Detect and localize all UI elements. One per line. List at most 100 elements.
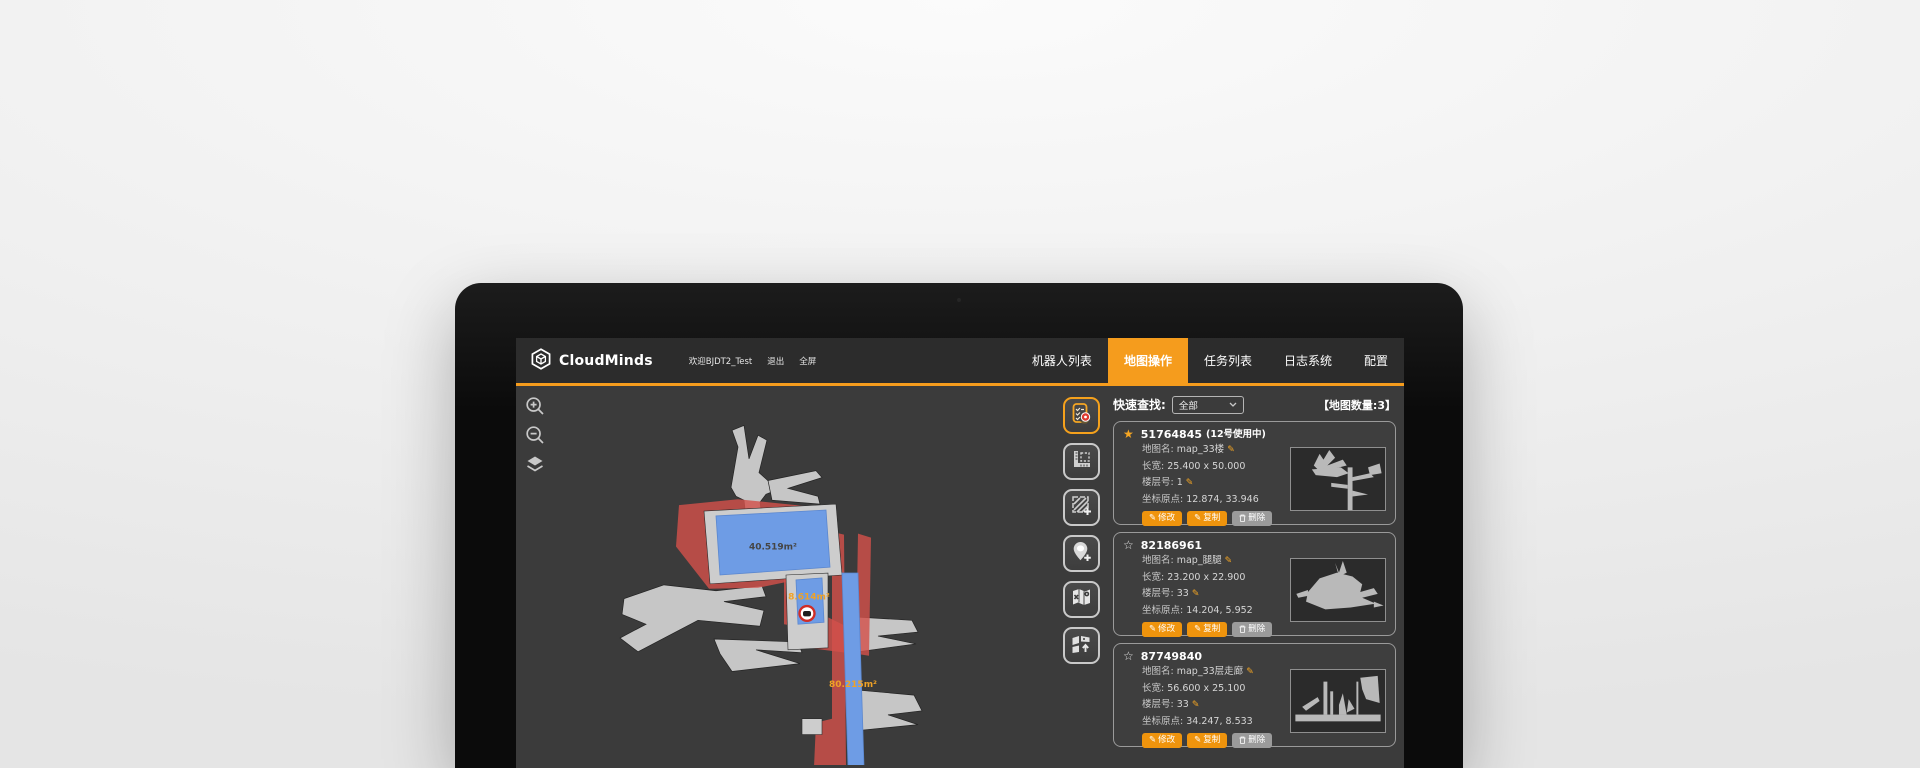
edit-floor-pencil-icon[interactable]: ✎ — [1192, 700, 1200, 710]
layers-icon[interactable] — [525, 454, 545, 474]
edit-map-button[interactable]: ✎修改 — [1142, 733, 1182, 748]
field-label: 地图名: — [1142, 444, 1174, 455]
welcome-text: 欢迎BJDT2_Test — [689, 355, 752, 367]
copy-map-button[interactable]: ✎复制 — [1187, 511, 1227, 526]
map-card[interactable]: ☆ 82186961 地图名: map_腿腿✎ 长宽: 23.200 x 22.… — [1113, 532, 1396, 636]
edit-floor-pencil-icon[interactable]: ✎ — [1192, 589, 1200, 599]
fullscreen-link[interactable]: 全屏 — [799, 355, 816, 367]
nav-tab-robot-list[interactable]: 机器人列表 — [1016, 338, 1108, 383]
favorite-star-icon[interactable]: ☆ — [1123, 538, 1134, 553]
occupancy-grid-map[interactable]: 40.519m² 8.614m² 80.215m² — [516, 386, 1053, 765]
zoom-out-icon[interactable] — [525, 425, 545, 445]
add-point-tool[interactable] — [1063, 535, 1100, 572]
nav-tab-map-operation[interactable]: 地图操作 — [1108, 338, 1188, 383]
area-label-3: 80.215m² — [829, 680, 877, 690]
area-label-1: 40.519m² — [749, 542, 797, 552]
card-actions: ✎修改 ✎复制 删除 — [1123, 622, 1386, 637]
edit-floor-pencil-icon[interactable]: ✎ — [1186, 478, 1194, 488]
favorite-star-icon[interactable]: ☆ — [1123, 649, 1134, 664]
map-id: 82186961 — [1141, 538, 1202, 553]
floor-value: 33 — [1177, 699, 1189, 710]
origin-value: 12.874, 33.946 — [1186, 494, 1259, 505]
floor-value: 1 — [1177, 477, 1183, 488]
add-virtual-wall-icon — [1070, 494, 1093, 521]
nav-tab-config[interactable]: 配置 — [1348, 338, 1404, 383]
robot-position-marker[interactable] — [800, 606, 815, 621]
map-thumbnail[interactable] — [1290, 447, 1386, 511]
map-delete-icon — [1070, 586, 1093, 613]
map-zoom-controls — [525, 396, 545, 474]
delete-map-button[interactable]: 删除 — [1232, 511, 1272, 526]
map-thumbnail[interactable] — [1290, 669, 1386, 733]
map-list-panel: 快速查找: 全部 【地图数量:3】 ★ 517648 — [1109, 386, 1404, 765]
zoom-in-icon[interactable] — [525, 396, 545, 416]
map-tool-rail — [1053, 386, 1109, 765]
map-size-value: 56.600 x 25.100 — [1167, 683, 1245, 694]
map-name-value: map_33层走廊 — [1177, 666, 1243, 677]
edit-map-button[interactable]: ✎修改 — [1142, 511, 1182, 526]
content-row: 40.519m² 8.614m² 80.215m² — [516, 386, 1404, 765]
edit-name-pencil-icon[interactable]: ✎ — [1227, 445, 1235, 455]
trash-icon — [1239, 736, 1246, 744]
map-card[interactable]: ☆ 87749840 地图名: map_33层走廊✎ 长宽: 56.600 x … — [1113, 643, 1396, 747]
card-header: ★ 51764845 (12号使用中) — [1123, 427, 1386, 442]
field-label: 楼层号: — [1142, 699, 1174, 710]
origin-value: 14.204, 5.952 — [1186, 605, 1252, 616]
chevron-down-icon — [1229, 402, 1237, 407]
point-task-list-tool[interactable] — [1063, 397, 1100, 434]
field-label: 坐标原点: — [1142, 494, 1183, 505]
trash-icon — [1239, 625, 1246, 633]
edit-map-button[interactable]: ✎修改 — [1142, 622, 1182, 637]
map-thumbnail[interactable] — [1290, 558, 1386, 622]
field-label: 坐标原点: — [1142, 716, 1183, 727]
nav-tab-log-system[interactable]: 日志系统 — [1268, 338, 1348, 383]
field-label: 长宽: — [1142, 572, 1164, 583]
pencil-icon: ✎ — [1194, 514, 1201, 523]
edit-name-pencil-icon[interactable]: ✎ — [1225, 556, 1233, 566]
logout-link[interactable]: 退出 — [767, 355, 784, 367]
field-label: 长宽: — [1142, 683, 1164, 694]
edit-name-pencil-icon[interactable]: ✎ — [1246, 667, 1254, 677]
map-viewport[interactable]: 40.519m² 8.614m² 80.215m² — [516, 386, 1053, 765]
quick-search-label: 快速查找: — [1113, 396, 1166, 413]
card-actions: ✎修改 ✎复制 删除 — [1123, 511, 1386, 526]
add-point-icon — [1070, 540, 1093, 567]
field-label: 长宽: — [1142, 461, 1164, 472]
brand-logo[interactable]: CloudMinds — [516, 338, 653, 383]
map-filter-select[interactable]: 全部 — [1172, 396, 1244, 414]
app-screen: CloudMinds 欢迎BJDT2_Test 退出 全屏 机器人列表 地图操作… — [516, 338, 1404, 768]
add-virtual-wall-tool[interactable] — [1063, 489, 1100, 526]
main-nav: 机器人列表 地图操作 任务列表 日志系统 配置 — [1016, 338, 1404, 383]
brand-name: CloudMinds — [559, 353, 653, 369]
card-actions: ✎修改 ✎复制 删除 — [1123, 733, 1386, 748]
map-in-use-tag: (12号使用中) — [1206, 427, 1266, 442]
measure-map-tool[interactable] — [1063, 443, 1100, 480]
map-size-value: 25.400 x 50.000 — [1167, 461, 1245, 472]
delete-map-button[interactable]: 删除 — [1232, 622, 1272, 637]
nav-tab-task-list[interactable]: 任务列表 — [1188, 338, 1268, 383]
webcam-dot — [957, 298, 961, 302]
field-label: 坐标原点: — [1142, 605, 1183, 616]
point-task-list-icon — [1070, 402, 1093, 429]
delete-map-button[interactable]: 删除 — [1232, 733, 1272, 748]
favorite-star-icon[interactable]: ★ — [1123, 427, 1134, 442]
pencil-icon: ✎ — [1149, 625, 1156, 634]
card-header: ☆ 82186961 — [1123, 538, 1386, 553]
map-card[interactable]: ★ 51764845 (12号使用中) 地图名: map_33楼✎ 长宽: 25… — [1113, 421, 1396, 525]
pencil-icon: ✎ — [1149, 736, 1156, 745]
selected-option: 全部 — [1179, 398, 1198, 412]
delete-map-tool[interactable] — [1063, 581, 1100, 618]
copy-map-button[interactable]: ✎复制 — [1187, 622, 1227, 637]
upload-map-tool[interactable] — [1063, 627, 1100, 664]
origin-value: 34.247, 8.533 — [1186, 716, 1252, 727]
map-upload-icon — [1070, 632, 1093, 659]
floor-value: 33 — [1177, 588, 1189, 599]
laptop-mockup: CloudMinds 欢迎BJDT2_Test 退出 全屏 机器人列表 地图操作… — [455, 283, 1463, 768]
field-label: 楼层号: — [1142, 588, 1174, 599]
field-label: 地图名: — [1142, 666, 1174, 677]
top-navbar: CloudMinds 欢迎BJDT2_Test 退出 全屏 机器人列表 地图操作… — [516, 338, 1404, 386]
map-size-value: 23.200 x 22.900 — [1167, 572, 1245, 583]
map-count-badge: 【地图数量:3】 — [1318, 397, 1396, 413]
copy-map-button[interactable]: ✎复制 — [1187, 733, 1227, 748]
map-name-value: map_腿腿 — [1177, 555, 1222, 566]
